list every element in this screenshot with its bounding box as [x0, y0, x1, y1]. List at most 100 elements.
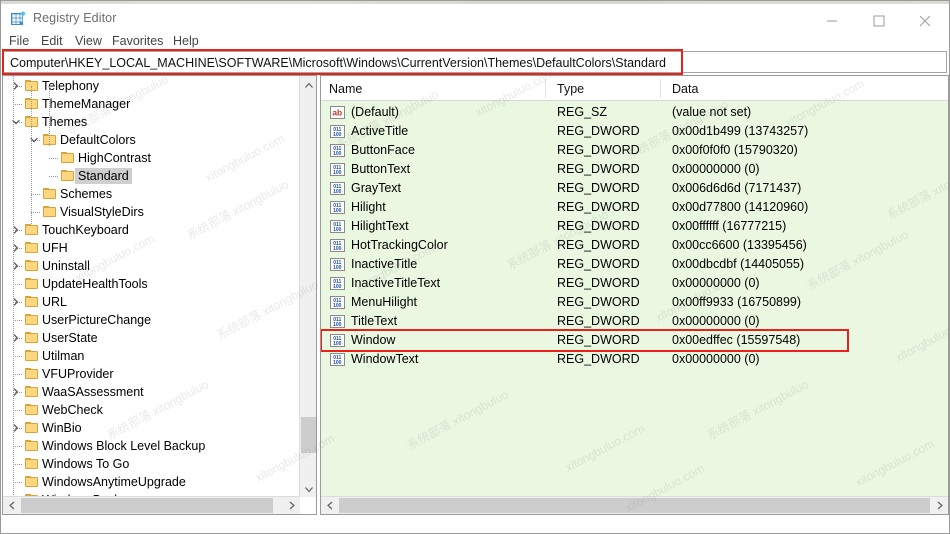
- value-row[interactable]: 011 100 InactiveTitle REG_DWORD 0x00dbcdbf (…: [321, 255, 948, 274]
- tree-item-ufh[interactable]: UFH: [3, 239, 300, 257]
- svg-text:100: 100: [333, 170, 342, 176]
- tree-scroll-right-button[interactable]: [283, 497, 300, 514]
- tree-horizontal-scrollbar[interactable]: [3, 496, 300, 514]
- tree-item-label: Uninstall: [42, 259, 90, 273]
- value-row[interactable]: 011 100 WindowText REG_DWORD 0x00000000 (0): [321, 350, 948, 369]
- tree-vertical-scrollbar[interactable]: [299, 76, 316, 497]
- tree-item-waasassessment[interactable]: WaaSAssessment: [3, 383, 300, 401]
- tree-item-schemes[interactable]: Schemes: [3, 185, 300, 203]
- registry-tree: Telephony ThemeManager Themes DefaultColors…: [3, 76, 300, 497]
- value-type: REG_DWORD: [557, 238, 640, 252]
- tree-item-thememanager[interactable]: ThemeManager: [3, 95, 300, 113]
- svg-text:100: 100: [333, 246, 342, 252]
- value-row[interactable]: 011 100 HilightText REG_DWORD 0x00ffffff (16…: [321, 217, 948, 236]
- tree-scroll-down-button[interactable]: [300, 480, 316, 497]
- address-bar-container: Computer\HKEY_LOCAL_MACHINE\SOFTWARE\Mic…: [1, 49, 949, 75]
- value-name: WindowText: [351, 352, 419, 366]
- tree-item-userpicturechange[interactable]: UserPictureChange: [3, 311, 300, 329]
- menu-item-favorites[interactable]: Favorites: [112, 34, 163, 49]
- menu-item-help[interactable]: Help: [173, 34, 199, 49]
- value-row[interactable]: 011 100 Window REG_DWORD 0x00edffec (1559754…: [321, 331, 948, 350]
- tree-item-windows-block-level-backup[interactable]: Windows Block Level Backup: [3, 437, 300, 455]
- value-name: Window: [351, 333, 396, 347]
- tree-item-uninstall[interactable]: Uninstall: [3, 257, 300, 275]
- list-hscroll-thumb[interactable]: [339, 498, 930, 513]
- tree-item-updatehealthtools[interactable]: UpdateHealthTools: [3, 275, 300, 293]
- folder-icon: [25, 350, 38, 361]
- tree-item-url[interactable]: URL: [3, 293, 300, 311]
- value-row[interactable]: 011 100 ButtonText REG_DWORD 0x00000000 (0): [321, 160, 948, 179]
- menu-item-file[interactable]: File: [9, 34, 29, 49]
- tree-scroll-left-button[interactable]: [3, 497, 20, 514]
- value-data: 0x00000000 (0): [672, 352, 760, 366]
- folder-icon: [25, 368, 38, 379]
- tree-guide-line: [49, 86, 50, 146]
- column-separator[interactable]: [545, 79, 546, 98]
- tree-item-vfuprovider[interactable]: VFUProvider: [3, 365, 300, 383]
- tree-item-themes[interactable]: Themes: [3, 113, 300, 131]
- value-row[interactable]: 011 100 ButtonFace REG_DWORD 0x00f0f0f0 (157…: [321, 141, 948, 160]
- value-row[interactable]: 011 100 TitleText REG_DWORD 0x00000000 (0): [321, 312, 948, 331]
- tree-item-winbio[interactable]: WinBio: [3, 419, 300, 437]
- value-row[interactable]: 011 100 InactiveTitleText REG_DWORD 0x000000…: [321, 274, 948, 293]
- dword-value-icon: 011 100: [330, 314, 345, 329]
- list-scroll-right-button[interactable]: [931, 497, 948, 514]
- registry-tree-pane[interactable]: Telephony ThemeManager Themes DefaultColors…: [2, 75, 317, 515]
- list-scroll-left-button[interactable]: [321, 497, 338, 514]
- list-horizontal-scrollbar[interactable]: [321, 496, 948, 514]
- tree-item-utilman[interactable]: Utilman: [3, 347, 300, 365]
- folder-icon: [43, 188, 56, 199]
- tree-item-defaultcolors[interactable]: DefaultColors: [3, 131, 300, 149]
- value-data: (value not set): [672, 105, 752, 119]
- folder-icon: [25, 440, 38, 451]
- folder-icon: [25, 278, 38, 289]
- tree-scroll-thumb[interactable]: [301, 417, 316, 453]
- value-data: 0x00d77800 (14120960): [672, 200, 809, 214]
- svg-text:100: 100: [333, 322, 342, 328]
- tree-connector: [13, 356, 22, 357]
- tree-item-telephony[interactable]: Telephony: [3, 77, 300, 95]
- value-row[interactable]: ab (Default) REG_SZ (value not set): [321, 103, 948, 122]
- column-header-data[interactable]: Data: [672, 81, 698, 97]
- value-name: ActiveTitle: [351, 124, 409, 138]
- tree-item-standard[interactable]: Standard: [3, 167, 300, 185]
- svg-text:100: 100: [333, 303, 342, 309]
- folder-icon: [25, 476, 38, 487]
- tree-item-label: UserState: [42, 331, 98, 345]
- tree-item-windowsanytimeupgrade[interactable]: WindowsAnytimeUpgrade: [3, 473, 300, 491]
- tree-item-label: Windows Block Level Backup: [42, 439, 206, 453]
- value-name: TitleText: [351, 314, 398, 328]
- folder-icon: [25, 404, 38, 415]
- folder-icon: [25, 332, 38, 343]
- tree-scroll-up-button[interactable]: [300, 76, 316, 93]
- svg-text:100: 100: [333, 265, 342, 271]
- registry-editor-icon: [10, 11, 26, 27]
- tree-item-visualstyledirs[interactable]: VisualStyleDirs: [3, 203, 300, 221]
- value-name: InactiveTitleText: [351, 276, 441, 290]
- value-row[interactable]: 011 100 MenuHilight REG_DWORD 0x00ff9933 (16…: [321, 293, 948, 312]
- value-name: Hilight: [351, 200, 386, 214]
- tree-item-highcontrast[interactable]: HighContrast: [3, 149, 300, 167]
- tree-item-webcheck[interactable]: WebCheck: [3, 401, 300, 419]
- tree-hscroll-thumb[interactable]: [21, 498, 273, 513]
- column-header-name[interactable]: Name: [329, 81, 362, 97]
- menu-item-view[interactable]: View: [75, 34, 102, 49]
- svg-text:100: 100: [333, 284, 342, 290]
- menu-item-edit[interactable]: Edit: [41, 34, 63, 49]
- address-bar[interactable]: Computer\HKEY_LOCAL_MACHINE\SOFTWARE\Mic…: [3, 51, 947, 73]
- value-type: REG_DWORD: [557, 124, 640, 138]
- column-header-type[interactable]: Type: [557, 81, 584, 97]
- value-row[interactable]: 011 100 ActiveTitle REG_DWORD 0x00d1b499 (13…: [321, 122, 948, 141]
- tree-connector: [13, 284, 22, 285]
- value-row[interactable]: 011 100 Hilight REG_DWORD 0x00d77800 (141209…: [321, 198, 948, 217]
- column-separator[interactable]: [660, 79, 661, 98]
- value-type: REG_DWORD: [557, 143, 640, 157]
- tree-item-userstate[interactable]: UserState: [3, 329, 300, 347]
- tree-item-windows-to-go[interactable]: Windows To Go: [3, 455, 300, 473]
- value-row[interactable]: 011 100 HotTrackingColor REG_DWORD 0x00cc660…: [321, 236, 948, 255]
- tree-item-label: Windows To Go: [42, 457, 130, 471]
- value-row[interactable]: 011 100 GrayText REG_DWORD 0x006d6d6d (71714…: [321, 179, 948, 198]
- registry-values-pane[interactable]: Name Type Data ab (Default) REG_SZ (value not…: [320, 75, 949, 515]
- tree-item-label: URL: [42, 295, 68, 309]
- tree-item-touchkeyboard[interactable]: TouchKeyboard: [3, 221, 300, 239]
